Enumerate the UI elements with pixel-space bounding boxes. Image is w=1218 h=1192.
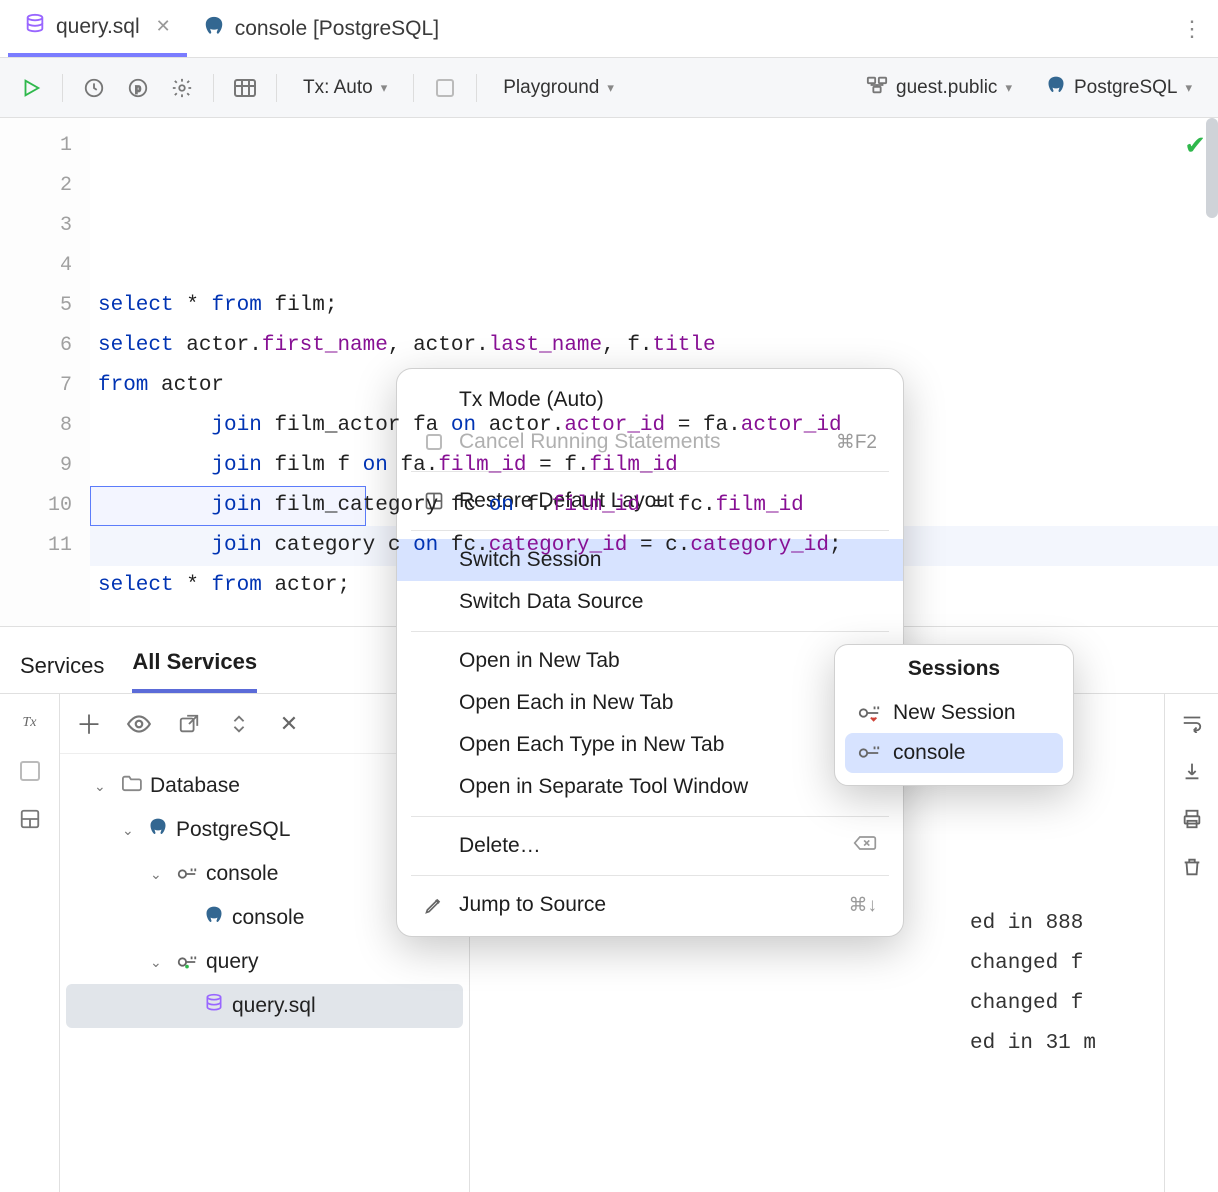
postgres-icon [203,15,225,43]
chevron-down-icon: ▾ [1185,80,1192,96]
tx-mode-dropdown[interactable]: Tx: Auto ▾ [291,69,399,107]
session-new[interactable]: New Session [845,693,1063,733]
playground-dropdown[interactable]: Playground ▾ [491,69,626,107]
explain-plan-icon[interactable]: p [121,69,155,107]
tree-label: Database [150,764,240,808]
add-icon[interactable]: ＋ [74,709,104,739]
output-line: ed in 888 [970,904,1096,944]
chevron-down-icon: ⌄ [150,852,168,896]
table-view-icon[interactable] [228,69,262,107]
trash-icon[interactable] [1177,852,1207,882]
session-console[interactable]: console [845,733,1063,773]
folder-icon [120,764,142,808]
tree-node-query[interactable]: ⌄ query [66,940,463,984]
session-label: New Session [893,701,1016,725]
chevron-down-icon: ▾ [607,80,614,96]
sessions-title: Sessions [845,657,1063,681]
code-editor[interactable]: ✔ 1234567891011 select * from film;selec… [0,118,1218,626]
layout-icon[interactable] [15,804,45,834]
menu-shortcut: ⌘↓ [849,894,878,917]
menu-open-each-new-tab[interactable]: Open Each in New Tab [397,682,903,724]
show-icon[interactable] [124,709,154,739]
wrap-icon[interactable] [1177,708,1207,738]
schema-icon [866,75,888,101]
sessions-popover: Sessions New Session console [834,644,1074,786]
menu-separator [411,816,889,817]
services-left-rail: Tx [0,694,60,1192]
tree-label: console [206,852,278,896]
chevron-down-icon: ⌄ [122,808,140,852]
close-panel-icon[interactable]: ✕ [274,709,304,739]
session-label: console [893,741,965,765]
chevron-down-icon: ▾ [1005,80,1012,96]
session-icon [857,743,881,763]
new-session-icon [857,703,881,723]
more-options-icon[interactable]: ⋮ [1174,11,1210,47]
menu-label: Open in Separate Tool Window [459,775,748,799]
scroll-to-end-icon[interactable] [1177,756,1207,786]
stop-button[interactable] [428,69,462,107]
tx-mode-label: Tx: Auto [303,77,373,99]
expand-collapse-icon[interactable] [224,709,254,739]
schema-label: guest.public [896,77,997,99]
output-line: changed f [970,944,1096,984]
menu-separator [411,631,889,632]
tab-label: console [PostgreSQL] [235,17,439,41]
database-icon [204,984,224,1028]
services-right-rail [1164,694,1218,1192]
editor-tabs-bar: query.sql ✕ console [PostgreSQL] ⋮ [0,0,1218,58]
open-external-icon[interactable] [174,709,204,739]
tree-label: console [232,896,304,940]
tab-console-postgres[interactable]: console [PostgreSQL] [187,0,455,57]
code-area[interactable]: select * from film;select actor.first_na… [90,118,1218,626]
schema-dropdown[interactable]: guest.public ▾ [854,69,1024,107]
datasource-label: PostgreSQL [1074,77,1178,99]
tab-query-sql[interactable]: query.sql ✕ [8,0,187,57]
session-icon [176,953,198,971]
menu-label: Open Each Type in New Tab [459,733,724,757]
edit-icon [423,894,445,916]
postgres-icon [204,896,224,940]
tx-icon[interactable]: Tx [15,708,45,738]
stop-icon[interactable] [15,756,45,786]
session-icon [176,865,198,883]
datasource-dropdown[interactable]: PostgreSQL ▾ [1034,69,1204,107]
menu-delete[interactable]: Delete… [397,825,903,867]
services-tab[interactable]: Services [20,653,104,693]
print-icon[interactable] [1177,804,1207,834]
line-number-gutter: 1234567891011 [0,118,90,626]
database-icon [24,13,46,41]
postgres-icon [148,808,168,852]
chevron-down-icon: ⌄ [94,764,112,808]
close-icon[interactable]: ✕ [156,16,171,37]
tab-label: query.sql [56,15,140,39]
menu-separator [411,875,889,876]
delete-keymap-icon [853,834,877,858]
tree-label: query.sql [232,984,316,1028]
menu-label: Open in New Tab [459,649,620,673]
postgres-icon [1046,75,1066,101]
menu-label: Jump to Source [459,893,606,917]
run-button[interactable] [14,69,48,107]
output-line: changed f [970,984,1096,1024]
tree-label: PostgreSQL [176,808,290,852]
tree-leaf-query-sql[interactable]: query.sql [66,984,463,1028]
menu-label: Open Each in New Tab [459,691,673,715]
chevron-down-icon: ⌄ [150,940,168,984]
chevron-down-icon: ▾ [381,80,388,96]
menu-label: Delete… [459,834,541,858]
menu-jump-to-source[interactable]: Jump to Source ⌘↓ [397,884,903,926]
menu-open-separate-window[interactable]: Open in Separate Tool Window [397,766,903,808]
svg-text:p: p [135,83,141,94]
menu-open-each-type-new-tab[interactable]: Open Each Type in New Tab [397,724,903,766]
playground-label: Playground [503,77,599,99]
menu-open-new-tab[interactable]: Open in New Tab [397,640,903,682]
tree-label: query [206,940,259,984]
sql-toolbar: p Tx: Auto ▾ Playground ▾ guest.public ▾… [0,58,1218,118]
output-line: ed in 31 m [970,1024,1096,1064]
settings-icon[interactable] [165,69,199,107]
all-services-tab[interactable]: All Services [132,649,257,693]
history-icon[interactable] [77,69,111,107]
